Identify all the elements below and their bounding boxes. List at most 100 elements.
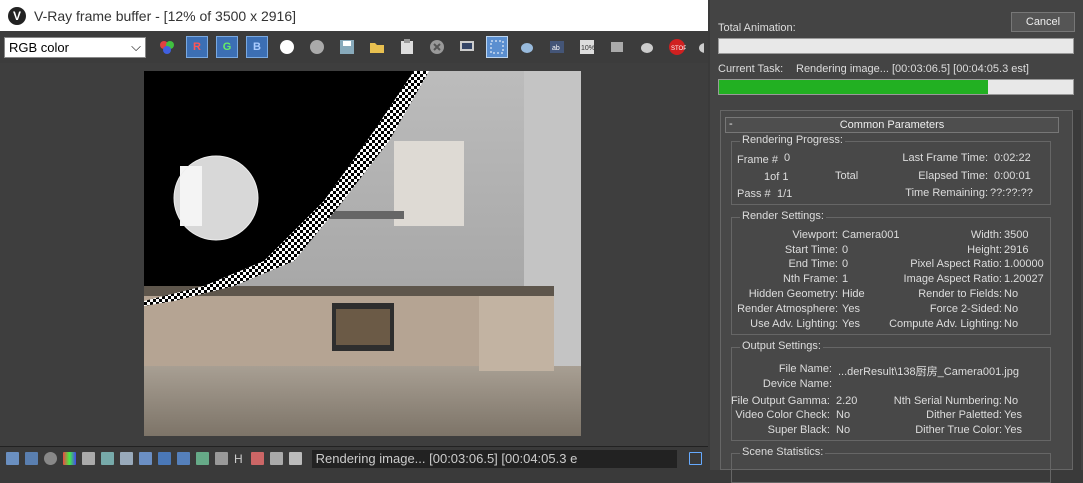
color-correction-icon[interactable]: [25, 452, 38, 465]
rendering-progress-title: Rendering Progress:: [740, 134, 845, 146]
panel-scrollbar[interactable]: [1073, 110, 1081, 470]
time-remaining-label: Time Remaining:: [905, 187, 988, 199]
render-fields-value: No: [1004, 288, 1019, 300]
viewport-label: Viewport:: [792, 229, 838, 241]
teapot-cut-icon[interactable]: [696, 36, 704, 58]
pass-label: Pass #: [737, 188, 771, 200]
window-restore-icon[interactable]: [689, 452, 702, 465]
open-folder-icon[interactable]: [366, 36, 388, 58]
common-parameters-title: Common Parameters: [839, 119, 945, 131]
flip-icon[interactable]: [250, 452, 264, 465]
cancel-button[interactable]: Cancel: [1011, 12, 1075, 32]
vfb-toolbar: RGB color ⌵ R G B ab 10% STOP: [0, 31, 708, 63]
blue-channel-button[interactable]: B: [246, 36, 268, 58]
hsl-icon[interactable]: [101, 452, 114, 465]
video-color-check-value: No: [836, 409, 851, 421]
ocio-icon[interactable]: [196, 452, 209, 465]
current-task-value: Rendering image... [00:03:06.5] [00:04:0…: [796, 63, 1029, 75]
render-atmosphere-value: Yes: [842, 303, 860, 315]
force-2sided-value: No: [1004, 303, 1019, 315]
info-icon[interactable]: [44, 452, 57, 465]
zoom-10-icon[interactable]: 10%: [576, 36, 598, 58]
clear-icon[interactable]: [426, 36, 448, 58]
vfb-title-bar: V V-Ray frame buffer - [12% of 3500 x 29…: [0, 0, 708, 31]
red-channel-button[interactable]: R: [186, 36, 208, 58]
output-settings-title: Output Settings:: [740, 340, 823, 352]
region-render-icon[interactable]: [486, 36, 508, 58]
elapsed-time-label: Elapsed Time:: [918, 170, 988, 182]
common-parameters-header[interactable]: - Common Parameters: [725, 117, 1059, 133]
nth-frame-value: 1: [842, 273, 849, 285]
current-task-progress-bar: [718, 79, 1074, 95]
super-black-label: Super Black:: [767, 424, 830, 436]
track-mouse-icon[interactable]: [456, 36, 478, 58]
teapot-render-icon[interactable]: [516, 36, 538, 58]
start-time-value: 0: [842, 244, 849, 256]
icc-icon[interactable]: [215, 452, 228, 465]
scene-statistics-title: Scene Statistics:: [740, 446, 826, 458]
rendered-kitchen-image: [144, 71, 581, 436]
teapot-icon[interactable]: [636, 36, 658, 58]
viewport-value: Camera001: [842, 229, 900, 241]
vfb-canvas[interactable]: [0, 63, 708, 446]
elapsed-time-value: 0:00:01: [994, 170, 1031, 182]
green-channel-button[interactable]: G: [216, 36, 238, 58]
layers-icon[interactable]: [606, 36, 628, 58]
curves-icon[interactable]: [139, 452, 152, 465]
scene-statistics-group: Scene Statistics:: [731, 446, 1051, 483]
exposure-icon[interactable]: [82, 452, 95, 465]
svg-text:STOP: STOP: [671, 46, 686, 52]
total-animation-progress-bar: [718, 38, 1074, 54]
channel-select[interactable]: RGB color ⌵: [4, 36, 146, 58]
lut-icon[interactable]: [158, 452, 171, 465]
rendering-progress-group: Rendering Progress: Frame # 0 1of 1 Tota…: [731, 134, 1051, 205]
chevron-down-icon: ⌵: [131, 39, 141, 54]
compute-adv-lighting-value: No: [1004, 318, 1019, 330]
adv-lighting-value: Yes: [842, 318, 860, 330]
nth-serial-label: Nth Serial Numbering:: [893, 395, 1002, 407]
rendering-progress-panel: Total Animation: Cancel Current Task: Re…: [710, 0, 1083, 483]
end-time-value: 0: [842, 258, 849, 270]
output-settings-group: Output Settings: File Name: ...derResult…: [730, 340, 1051, 441]
background-icon[interactable]: [177, 452, 190, 465]
frame-value: 0: [784, 152, 791, 164]
frame-label: Frame #: [737, 154, 778, 166]
histogram-icon[interactable]: [120, 452, 133, 465]
collapse-minus[interactable]: -: [729, 117, 733, 131]
vfb-status-bar: H Rendering image... [00:03:06.5] [00:04…: [0, 446, 708, 470]
file-output-gamma-label: File Output Gamma:: [730, 395, 830, 407]
history-icon[interactable]: [6, 452, 19, 465]
start-time-label: Start Time:: [784, 244, 838, 256]
h-label[interactable]: H: [234, 452, 243, 466]
clipboard-icon[interactable]: [396, 36, 418, 58]
render-settings-title: Render Settings:: [740, 210, 826, 222]
levels-icon[interactable]: [63, 452, 76, 465]
vfb-title: V-Ray frame buffer - [12% of 3500 x 2916…: [34, 7, 297, 24]
last-frame-time-label: Last Frame Time:: [902, 152, 988, 164]
file-name-value: ...derResult\138厨房_Camera001.jpg: [838, 366, 1019, 378]
height-label: Height:: [967, 244, 1002, 256]
render-fields-label: Render to Fields:: [918, 288, 1002, 300]
video-color-check-label: Video Color Check:: [735, 409, 830, 421]
compare-icon[interactable]: ab: [546, 36, 568, 58]
color-channels-icon[interactable]: [156, 36, 178, 58]
save-icon[interactable]: [336, 36, 358, 58]
pixel-ratio-icon[interactable]: [269, 452, 283, 465]
alpha-channel-icon[interactable]: [280, 40, 294, 54]
pixel-aspect-label: Pixel Aspect Ratio:: [910, 258, 1002, 270]
force-2sided-label: Force 2-Sided:: [929, 303, 1002, 315]
end-time-label: End Time:: [788, 258, 838, 270]
render-status-text: Rendering image... [00:03:06.5] [00:04:0…: [311, 449, 577, 468]
render-settings-group: Render Settings: Viewport: Camera001 Wid…: [731, 210, 1051, 335]
device-name-label: Device Name:: [762, 378, 832, 390]
lens-effects-icon[interactable]: [288, 452, 302, 465]
common-parameters-rollout: - Common Parameters Rendering Progress: …: [720, 110, 1073, 483]
total-label: Total: [835, 170, 859, 182]
file-output-gamma-value: 2.20: [836, 395, 858, 407]
width-label: Width:: [970, 229, 1002, 241]
compute-adv-lighting-label: Compute Adv. Lighting:: [889, 318, 1002, 330]
super-black-value: No: [836, 424, 851, 436]
dither-paletted-label: Dither Paletted:: [926, 409, 1002, 421]
mono-mode-icon[interactable]: [310, 40, 324, 54]
stop-render-icon[interactable]: STOP: [666, 36, 688, 58]
